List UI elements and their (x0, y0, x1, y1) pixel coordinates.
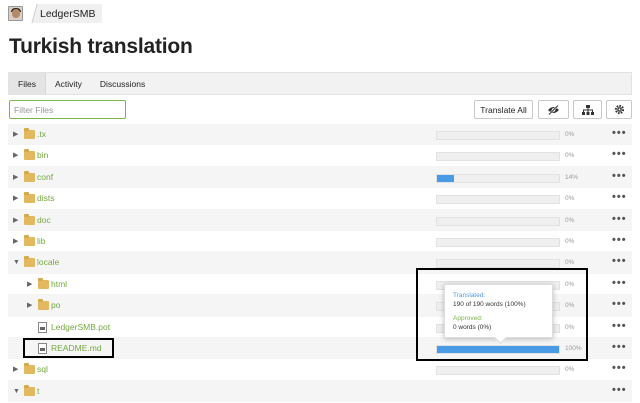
progress-percent: 0% (565, 152, 575, 160)
filter-files-input[interactable] (9, 100, 126, 119)
caret-right-icon[interactable]: ▶ (13, 174, 19, 181)
file-icon (38, 321, 47, 333)
file-name[interactable]: .tx (37, 129, 46, 139)
tab-files[interactable]: Files (9, 73, 46, 94)
breadcrumb: LedgerSMB (8, 4, 103, 23)
folder-icon (24, 256, 35, 268)
file-row-lib[interactable]: ▶ lib 0% ••• (8, 231, 632, 253)
file-row-doc[interactable]: ▶ doc 0% ••• (8, 209, 632, 231)
hide-button[interactable] (538, 100, 569, 119)
more-options-icon[interactable]: ••• (612, 127, 627, 139)
sitemap-icon (581, 104, 594, 115)
folder-icon (24, 213, 35, 225)
folder-icon (24, 149, 35, 161)
folder-icon (24, 363, 35, 375)
caret-right-icon[interactable]: ▶ (13, 366, 19, 373)
file-row-conf[interactable]: ▶ conf 14% ••• (8, 166, 632, 189)
file-row-bin[interactable]: ▶ bin 0% ••• (8, 145, 632, 167)
file-name[interactable]: doc (37, 215, 51, 225)
progress-percent: 0% (565, 259, 575, 267)
caret-right-icon[interactable]: ▶ (13, 195, 19, 202)
more-options-icon[interactable]: ••• (612, 298, 627, 310)
file-row-dists[interactable]: ▶ dists 0% ••• (8, 188, 632, 210)
file-name[interactable]: locale (37, 257, 59, 267)
more-options-icon[interactable]: ••• (612, 191, 627, 203)
caret-down-icon[interactable]: ▼ (13, 259, 20, 266)
file-name[interactable]: conf (37, 172, 53, 182)
gear-icon (614, 104, 624, 115)
more-options-icon[interactable]: ••• (612, 234, 627, 246)
more-options-icon[interactable]: ••• (612, 277, 627, 289)
caret-right-icon[interactable]: ▶ (13, 238, 19, 245)
file-name[interactable]: bin (37, 150, 48, 160)
progress-bar[interactable] (436, 237, 560, 247)
file-row-tx[interactable]: ▶ .tx 0% ••• (8, 124, 632, 146)
progress-percent: 0% (565, 131, 575, 138)
progress-percent: 0% (565, 366, 575, 374)
tab-activity[interactable]: Activity (46, 73, 91, 94)
progress-percent: 0% (565, 216, 575, 224)
progress-fill (437, 174, 455, 182)
more-options-icon[interactable]: ••• (612, 148, 627, 160)
breadcrumb-project-label: LedgerSMB (40, 7, 96, 20)
progress-bar[interactable] (436, 366, 560, 376)
progress-bar[interactable] (436, 131, 560, 140)
more-options-icon[interactable]: ••• (612, 362, 627, 374)
more-options-icon[interactable]: ••• (612, 341, 627, 353)
highlight-box-readme (23, 338, 114, 358)
file-name[interactable]: po (51, 300, 60, 310)
caret-down-icon[interactable]: ▼ (13, 388, 20, 395)
file-name[interactable]: t (37, 386, 39, 396)
file-name[interactable]: lib (37, 236, 46, 246)
progress-bar[interactable] (436, 259, 560, 269)
progress-bar[interactable] (436, 173, 560, 183)
folder-icon (24, 384, 35, 396)
progress-percent: 0% (565, 237, 575, 245)
folder-icon (24, 234, 35, 246)
more-options-icon[interactable]: ••• (612, 213, 627, 225)
file-name[interactable]: dists (37, 193, 54, 203)
tab-discussions[interactable]: Discussions (91, 73, 154, 94)
breadcrumb-project[interactable]: LedgerSMB (31, 4, 103, 23)
caret-right-icon[interactable]: ▶ (13, 152, 19, 159)
progress-bar[interactable] (436, 195, 560, 205)
caret-right-icon[interactable]: ▶ (13, 217, 19, 224)
progress-bar[interactable] (436, 152, 560, 162)
folder-icon (38, 277, 49, 289)
file-name[interactable]: html (51, 279, 67, 289)
caret-right-icon[interactable]: ▶ (27, 302, 33, 309)
tree-view-button[interactable] (573, 100, 602, 119)
page-title: Turkish translation (9, 35, 193, 58)
more-options-icon[interactable]: ••• (612, 384, 627, 396)
translate-all-button[interactable]: Translate All (474, 100, 533, 119)
caret-right-icon[interactable]: ▶ (27, 281, 33, 288)
more-options-icon[interactable]: ••• (612, 320, 627, 332)
settings-button[interactable] (606, 100, 632, 119)
more-options-icon[interactable]: ••• (612, 255, 627, 267)
caret-right-icon[interactable]: ▶ (13, 131, 19, 138)
file-row-t[interactable]: ▼ t ••• (8, 380, 632, 403)
progress-percent: 0% (565, 195, 575, 203)
file-row-sql[interactable]: ▶ sql 0% ••• (8, 359, 632, 381)
folder-icon (24, 128, 35, 139)
folder-icon (24, 192, 35, 204)
project-avatar[interactable] (8, 6, 23, 21)
highlight-box-progress (416, 268, 588, 361)
progress-percent: 14% (565, 173, 579, 181)
progress-bar[interactable] (436, 216, 560, 226)
more-options-icon[interactable]: ••• (612, 170, 627, 182)
tab-bar: Files Activity Discussions (8, 72, 632, 95)
folder-icon (38, 299, 49, 311)
file-name[interactable]: sql (37, 364, 48, 374)
eye-slash-icon (548, 104, 559, 115)
file-name[interactable]: LedgerSMB.pot (51, 322, 110, 332)
folder-icon (24, 170, 35, 182)
